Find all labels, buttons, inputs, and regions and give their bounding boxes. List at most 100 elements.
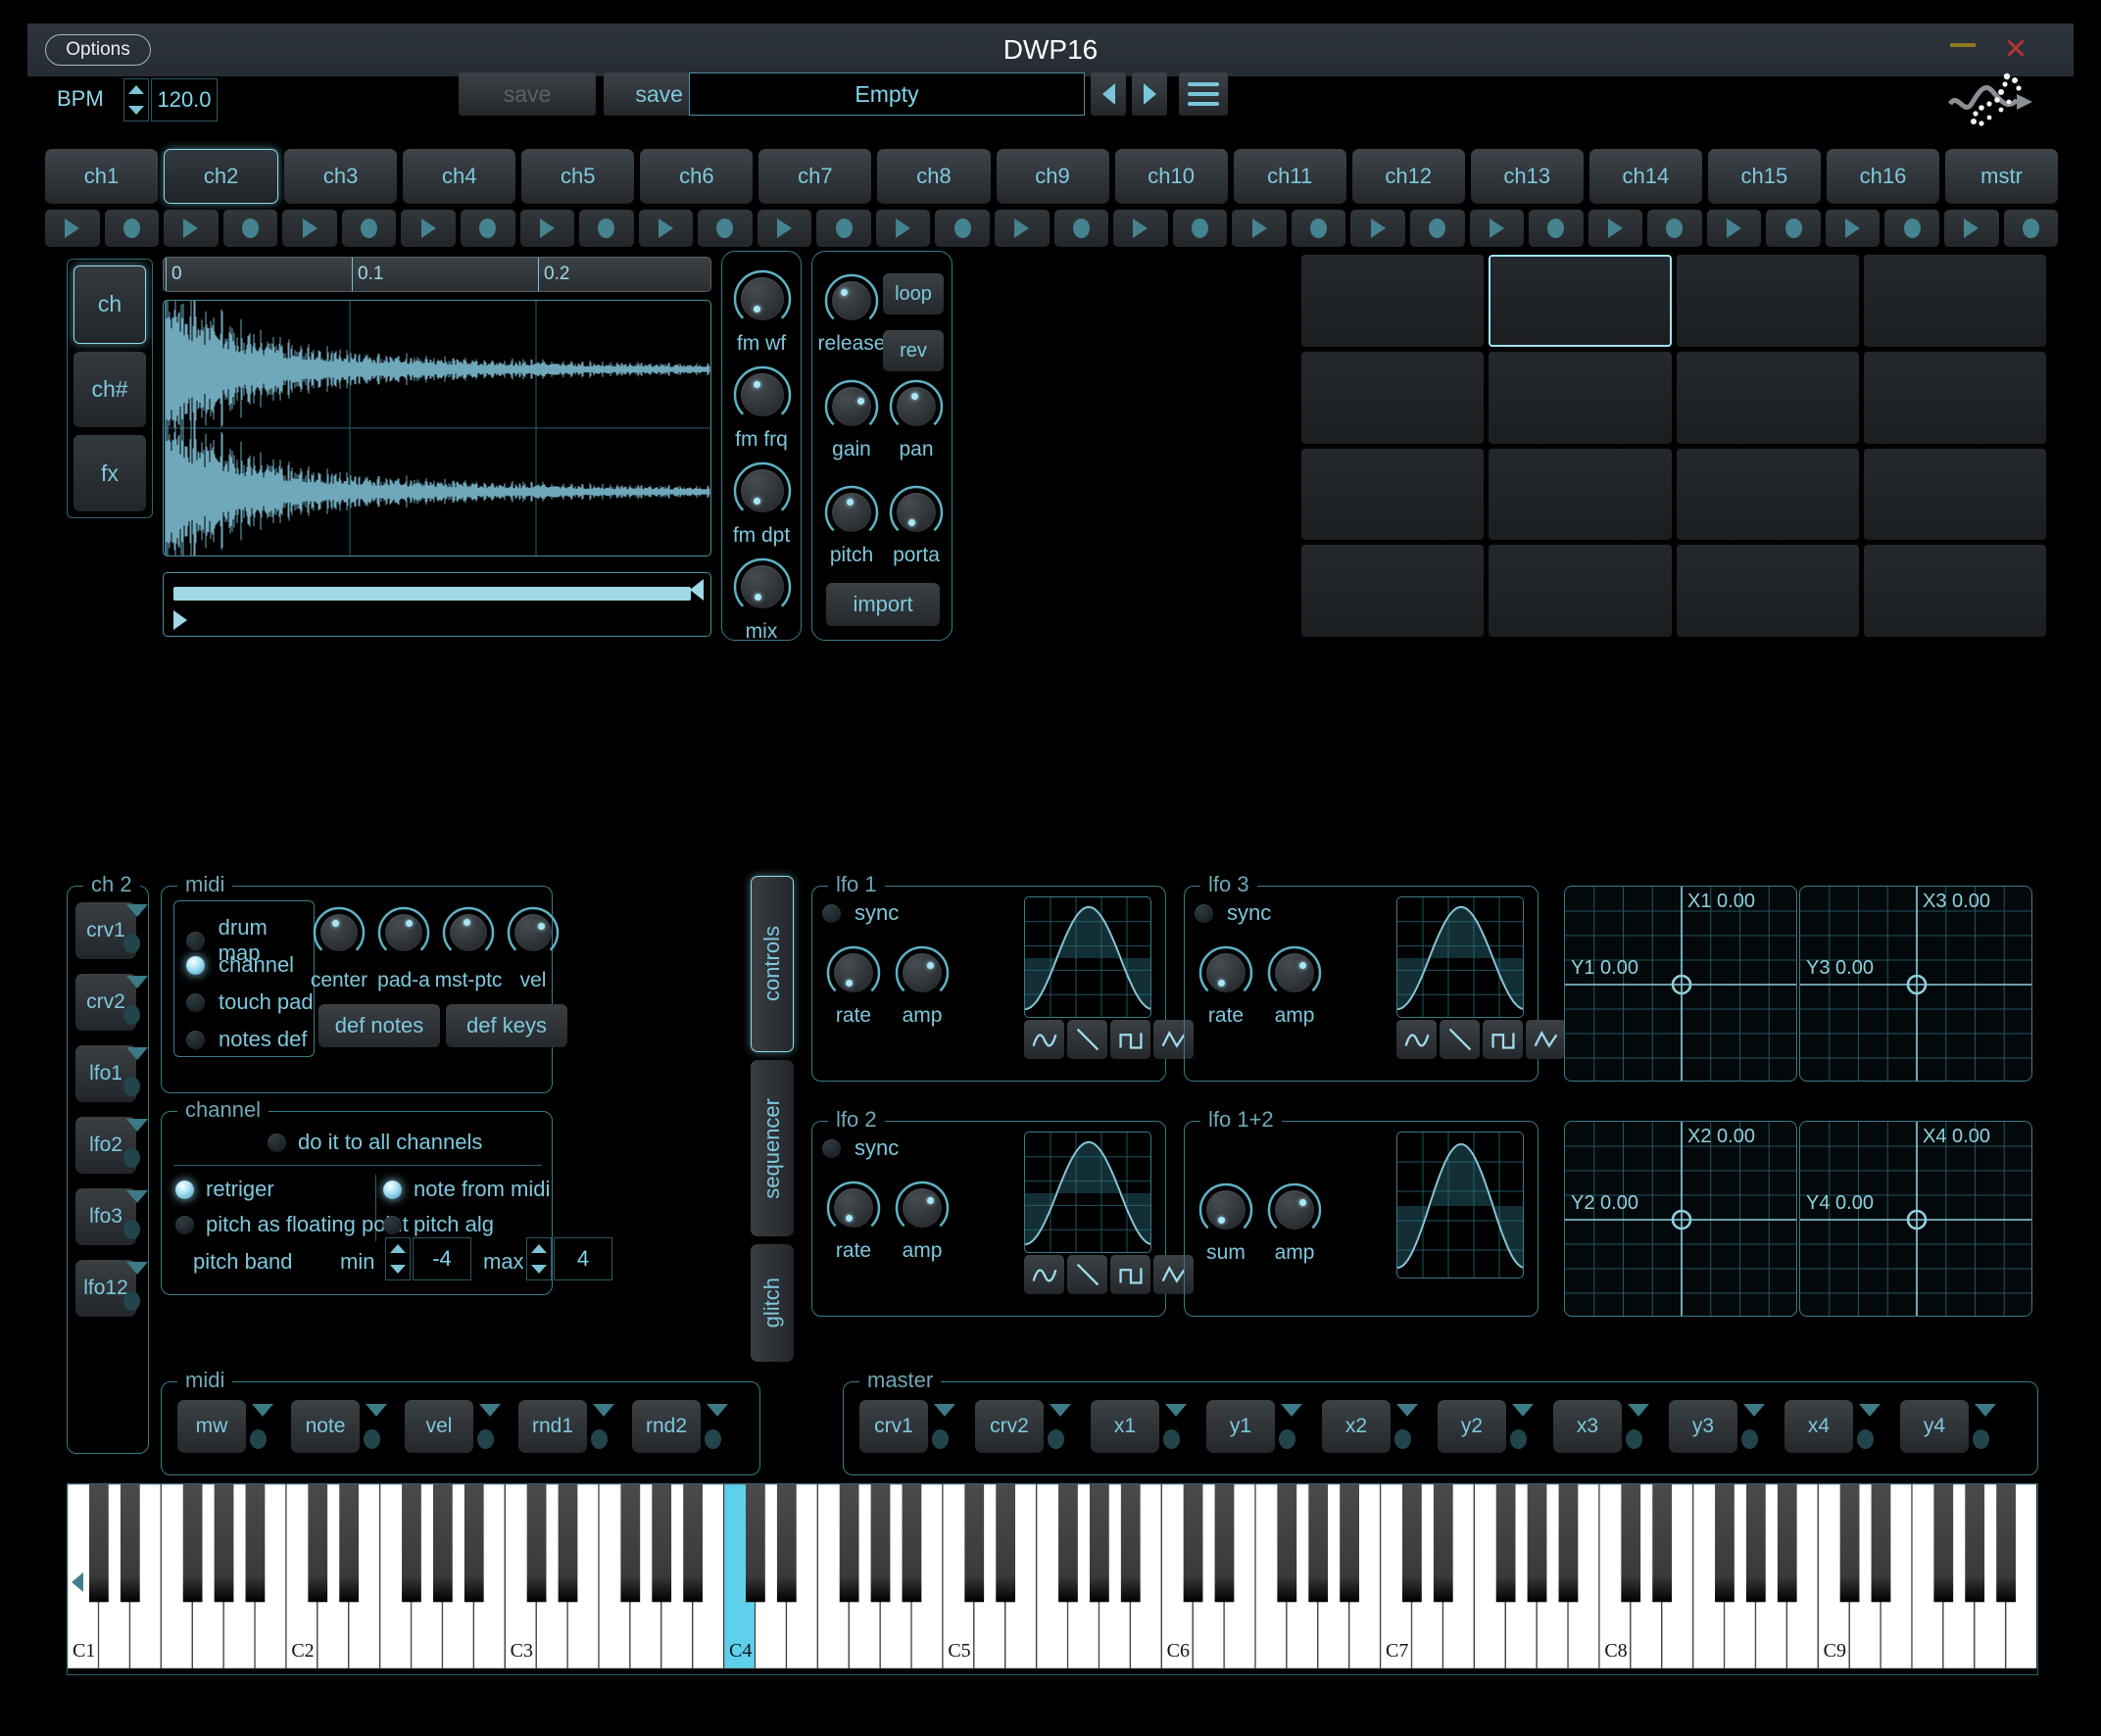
channel-tab-mstr[interactable]: mstr [1945, 149, 2059, 204]
chevron-down-icon[interactable] [126, 1047, 148, 1060]
midi-radio-led[interactable] [186, 931, 205, 950]
channel-tab-ch7[interactable]: ch7 [758, 149, 872, 204]
chevron-down-icon[interactable] [366, 1404, 387, 1417]
lfo-sync-row[interactable]: sync [1195, 900, 1271, 926]
master-button-x2[interactable]: x2 [1322, 1400, 1391, 1453]
channel-tab-ch16[interactable]: ch16 [1826, 149, 1939, 204]
lfo4-amp-knob[interactable] [1267, 1182, 1322, 1237]
pad-9[interactable] [1301, 448, 1485, 541]
midi-radio-led[interactable] [186, 1030, 205, 1049]
lfo-sync-led[interactable] [822, 1138, 841, 1158]
channel-record-button[interactable] [1647, 210, 1702, 247]
lfo-waveform-display[interactable] [1396, 1132, 1524, 1278]
lfo-wave-square-icon[interactable] [1110, 1020, 1150, 1059]
midi-button-vel[interactable]: vel [405, 1400, 473, 1453]
lfo-waveform-display[interactable] [1024, 1132, 1151, 1253]
close-icon[interactable]: ✕ [2001, 31, 2030, 69]
mode-button-ch[interactable]: ch [73, 265, 146, 344]
xy-pad-1[interactable]: X1 0.00 Y1 0.00 [1564, 886, 1797, 1082]
channel-record-button[interactable] [1291, 210, 1346, 247]
channel-tab-ch15[interactable]: ch15 [1707, 149, 1821, 204]
channel-tab-ch11[interactable]: ch11 [1233, 149, 1346, 204]
lfo-sync-row[interactable]: sync [822, 900, 899, 926]
play-icon[interactable] [173, 610, 187, 630]
pad-12[interactable] [1863, 448, 2046, 541]
channel-play-button[interactable] [638, 210, 694, 247]
master-button-y2[interactable]: y2 [1438, 1400, 1506, 1453]
lfo-wave-saw-down-icon[interactable] [1067, 1255, 1107, 1294]
pad-8[interactable] [1863, 351, 2046, 444]
def-notes-button[interactable]: def notes [318, 1004, 440, 1047]
master-button-crv2[interactable]: crv2 [975, 1400, 1044, 1453]
xy-pad-4[interactable]: X4 0.00 Y4 0.00 [1799, 1121, 2032, 1317]
pad-3[interactable] [1676, 255, 1859, 347]
chevron-down-icon[interactable] [1512, 1404, 1534, 1417]
pitch-alg-row[interactable]: pitch alg [383, 1212, 494, 1237]
lfo-wave-square-icon[interactable] [1110, 1255, 1150, 1294]
midi-button-rnd1[interactable]: rnd1 [518, 1400, 587, 1453]
master-led-crv1[interactable] [932, 1429, 949, 1449]
channel-tab-ch9[interactable]: ch9 [996, 149, 1109, 204]
channel-tab-ch3[interactable]: ch3 [284, 149, 398, 204]
chevron-down-icon[interactable] [1281, 1404, 1302, 1417]
master-led-y4[interactable] [1973, 1429, 1989, 1449]
lfo2-amp-knob[interactable] [1267, 945, 1322, 1000]
channel-play-button[interactable] [282, 210, 337, 247]
lfo-wave-saw-down-icon[interactable] [1067, 1020, 1107, 1059]
bpm-input[interactable]: 120.0 [151, 78, 218, 121]
pitch-band-max-stepper[interactable] [526, 1237, 552, 1280]
channel-play-button[interactable] [1588, 210, 1643, 247]
channel-tab-ch8[interactable]: ch8 [877, 149, 991, 204]
chevron-down-icon[interactable] [126, 904, 148, 917]
channel-record-button[interactable] [579, 210, 634, 247]
channel-play-button[interactable] [1469, 210, 1525, 247]
pad-7[interactable] [1676, 351, 1859, 444]
note-from-midi-row[interactable]: note from midi [383, 1177, 550, 1202]
channel-play-button[interactable] [757, 210, 812, 247]
pad-11[interactable] [1676, 448, 1859, 541]
channel-record-button[interactable] [1884, 210, 1939, 247]
mod-led-lfo2[interactable] [123, 1148, 140, 1168]
waveform-scrollbar[interactable] [163, 572, 711, 637]
waveform-display[interactable] [163, 300, 711, 556]
piano-keyboard[interactable]: C1 C2 C3 C4 C5 C6 C7 C8 C9 [67, 1483, 2038, 1675]
mod-led-lfo1[interactable] [123, 1077, 140, 1096]
lfo-waveform-display[interactable] [1024, 896, 1151, 1018]
midi-radio-touch-pad[interactable]: touch pad [186, 989, 314, 1015]
pad-14[interactable] [1489, 545, 1672, 637]
master-led-x3[interactable] [1626, 1429, 1642, 1449]
midi-radio-notes-def[interactable]: notes def [186, 1027, 308, 1052]
chevron-down-icon[interactable] [934, 1404, 955, 1417]
xy-pad-3[interactable]: X2 0.00 Y2 0.00 [1564, 1121, 1797, 1317]
right-arrow-icon[interactable] [690, 579, 704, 601]
preset-menu-button[interactable] [1179, 72, 1228, 116]
note-from-midi-led[interactable] [383, 1180, 402, 1199]
channel-tab-ch12[interactable]: ch12 [1351, 149, 1465, 204]
def-keys-button[interactable]: def keys [446, 1004, 567, 1047]
channel-record-button[interactable] [222, 210, 278, 247]
mst-ptc-knob[interactable] [442, 906, 495, 959]
pitch-knob[interactable] [824, 485, 879, 540]
tab-glitch[interactable]: glitch [751, 1244, 794, 1362]
channel-play-button[interactable] [1350, 210, 1405, 247]
preset-next-button[interactable] [1132, 72, 1167, 116]
lfo3-amp-knob[interactable] [895, 1181, 950, 1235]
master-led-y1[interactable] [1279, 1429, 1295, 1449]
master-led-y2[interactable] [1510, 1429, 1527, 1449]
channel-record-button[interactable] [935, 210, 990, 247]
channel-record-button[interactable] [1766, 210, 1821, 247]
lfo-sync-led[interactable] [1195, 903, 1213, 923]
channel-tab-ch6[interactable]: ch6 [640, 149, 754, 204]
loop-button[interactable]: loop [883, 273, 944, 314]
chevron-down-icon[interactable] [1165, 1404, 1187, 1417]
fm-dpt-knob[interactable] [733, 461, 792, 520]
save-button[interactable]: save [459, 72, 596, 116]
channel-tab-ch2[interactable]: ch2 [164, 149, 279, 204]
chevron-down-icon[interactable] [1975, 1404, 1996, 1417]
master-button-y1[interactable]: y1 [1206, 1400, 1275, 1453]
preset-name-display[interactable]: Empty [689, 72, 1085, 116]
channel-tab-ch14[interactable]: ch14 [1588, 149, 1702, 204]
rev-button[interactable]: rev [883, 330, 944, 371]
release-knob[interactable] [824, 273, 879, 328]
pitch-alg-led[interactable] [383, 1215, 402, 1234]
